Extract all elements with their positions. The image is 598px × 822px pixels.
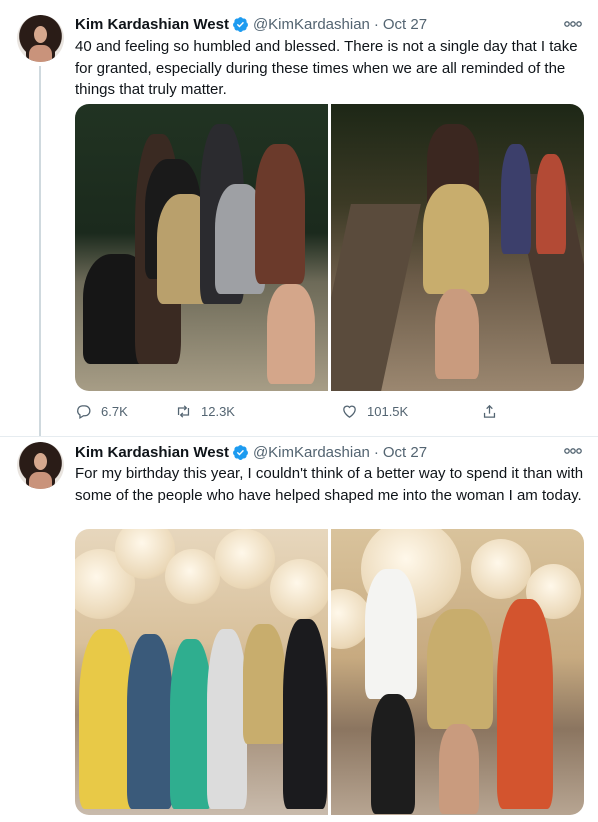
- verified-badge-icon: [232, 16, 248, 32]
- tweet[interactable]: Kim Kardashian West @KimKardashian · Oct…: [0, 0, 598, 436]
- tweet-header: Kim Kardashian West @KimKardashian · Oct…: [75, 14, 427, 34]
- tweet-text: 40 and feeling so humbled and blessed. T…: [75, 38, 578, 98]
- tweet-date[interactable]: Oct 27: [383, 444, 427, 461]
- avatar-face: [34, 453, 47, 470]
- separator-dot: ·: [373, 15, 379, 33]
- more-icon[interactable]: [564, 446, 582, 456]
- tweet-media[interactable]: [75, 529, 584, 815]
- tweet-photo[interactable]: [331, 104, 584, 391]
- retweet-icon: [177, 405, 190, 418]
- reply-count: 6.7K: [101, 404, 128, 419]
- avatar-body: [29, 472, 52, 489]
- author-handle[interactable]: @KimKardashian: [253, 16, 370, 33]
- verified-badge-icon: [232, 444, 248, 460]
- reply-button[interactable]: 6.7K: [75, 403, 128, 420]
- tweet[interactable]: Kim Kardashian West @KimKardashian · Oct…: [0, 436, 598, 822]
- tweet-media[interactable]: [75, 104, 584, 391]
- tweet-header: Kim Kardashian West @KimKardashian · Oct…: [75, 442, 427, 462]
- tweet-text: For my birthday this year, I couldn't th…: [75, 465, 584, 504]
- like-count: 101.5K: [367, 404, 409, 419]
- tweet-photo[interactable]: [331, 529, 584, 815]
- heart-icon: [343, 405, 356, 418]
- tweet-actions: 6.7K 12.3K 101.5K: [75, 403, 515, 421]
- retweet-button[interactable]: 12.3K: [175, 403, 235, 420]
- share-icon: [483, 404, 496, 418]
- avatar[interactable]: [17, 442, 64, 489]
- like-button[interactable]: 101.5K: [341, 403, 408, 420]
- separator-dot: ·: [373, 443, 379, 461]
- more-icon[interactable]: [564, 19, 582, 29]
- thread-line: [39, 66, 41, 436]
- author-name[interactable]: Kim Kardashian West: [75, 16, 229, 33]
- reply-icon: [77, 405, 91, 420]
- author-handle[interactable]: @KimKardashian: [253, 444, 370, 461]
- avatar-body: [29, 45, 52, 62]
- author-name[interactable]: Kim Kardashian West: [75, 444, 229, 461]
- tweet-date[interactable]: Oct 27: [383, 16, 427, 33]
- avatar-face: [34, 26, 47, 43]
- retweet-count: 12.3K: [201, 404, 235, 419]
- avatar[interactable]: [17, 15, 64, 62]
- tweet-photo[interactable]: [75, 104, 328, 391]
- share-button[interactable]: [481, 403, 507, 420]
- tweet-photo[interactable]: [75, 529, 328, 815]
